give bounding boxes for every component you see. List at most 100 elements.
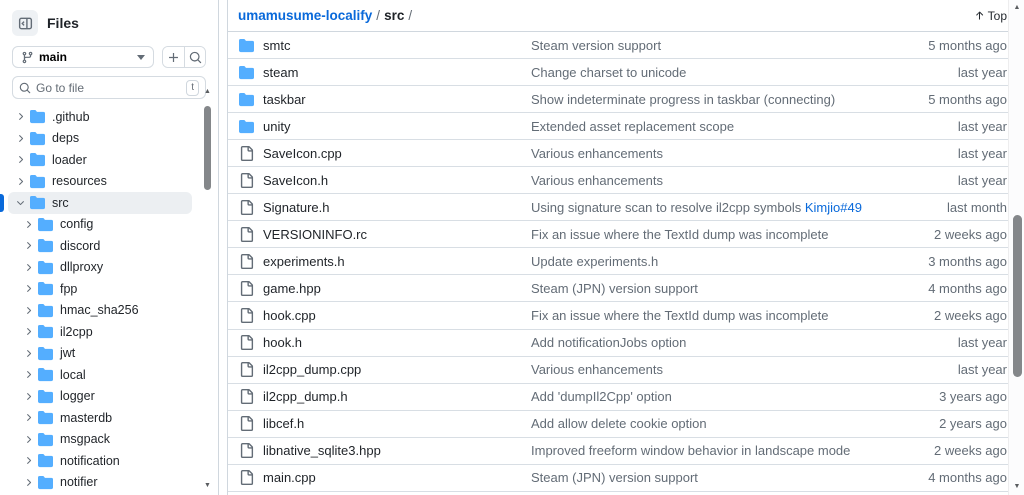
commit-message-text[interactable]: Update experiments.h	[531, 254, 658, 269]
tree-item[interactable]: jwt	[8, 343, 192, 365]
file-name[interactable]: hook.h	[263, 335, 302, 350]
tree-item[interactable]: il2cpp	[8, 321, 192, 343]
file-row[interactable]: libnative_sqlite3.hpp Improved freeform …	[228, 437, 1019, 465]
file-row[interactable]: main.cpp Steam (JPN) version support 4 m…	[228, 464, 1019, 492]
chevron-right-icon[interactable]	[21, 477, 35, 488]
file-name[interactable]: taskbar	[263, 92, 306, 107]
scroll-down-icon[interactable]: ▼	[1009, 483, 1024, 491]
chevron-right-icon[interactable]	[21, 240, 35, 251]
file-row[interactable]: libcef.h Add allow delete cookie option …	[228, 410, 1019, 438]
file-row[interactable]: experiments.h Update experiments.h 3 mon…	[228, 248, 1019, 276]
go-to-file-input[interactable]	[36, 80, 182, 95]
commit-message-text[interactable]: Various enhancements	[531, 146, 663, 161]
file-row[interactable]: unity Extended asset replacement scope l…	[228, 113, 1019, 141]
tree-item[interactable]: masterdb	[8, 407, 192, 429]
tree-item[interactable]: discord	[8, 235, 192, 257]
file-name[interactable]: steam	[263, 65, 298, 80]
file-row[interactable]: hook.h Add notificationJobs option last …	[228, 329, 1019, 357]
file-name[interactable]: libnative_sqlite3.hpp	[263, 443, 381, 458]
commit-message-text[interactable]: Extended asset replacement scope	[531, 119, 734, 134]
chevron-right-icon[interactable]	[21, 391, 35, 402]
chevron-right-icon[interactable]	[13, 176, 27, 187]
tree-item[interactable]: local	[8, 364, 192, 386]
chevron-right-icon[interactable]	[21, 219, 35, 230]
file-row[interactable]: SaveIcon.h Various enhancements last yea…	[228, 167, 1019, 195]
commit-message-text[interactable]: Using signature scan to resolve il2cpp s…	[531, 200, 805, 215]
breadcrumb-repo-link[interactable]: umamusume-localify	[238, 8, 372, 23]
tree-item[interactable]: fpp	[8, 278, 192, 300]
commit-message-text[interactable]: Fix an issue where the TextId dump was i…	[531, 227, 828, 242]
file-row[interactable]: steam Change charset to unicode last yea…	[228, 59, 1019, 87]
tree-item[interactable]: src	[0, 192, 192, 214]
chevron-right-icon[interactable]	[21, 348, 35, 359]
tree-item[interactable]: msgpack	[8, 429, 192, 451]
file-name[interactable]: VERSIONINFO.rc	[263, 227, 367, 242]
file-name[interactable]: il2cpp_dump.h	[263, 389, 348, 404]
file-row[interactable]: game.hpp Steam (JPN) version support 4 m…	[228, 275, 1019, 303]
commit-message-text[interactable]: Various enhancements	[531, 362, 663, 377]
commit-message-text[interactable]: Steam (JPN) version support	[531, 281, 698, 296]
commit-message-text[interactable]: Various enhancements	[531, 173, 663, 188]
file-row[interactable]: SaveIcon.cpp Various enhancements last y…	[228, 140, 1019, 168]
tree-item[interactable]: notification	[8, 450, 192, 472]
sidebar-scrollbar[interactable]: ▲ ▼	[202, 88, 213, 490]
chevron-right-icon[interactable]	[13, 197, 27, 208]
file-name[interactable]: libcef.h	[263, 416, 304, 431]
commit-message-text[interactable]: Add notificationJobs option	[531, 335, 686, 350]
chevron-right-icon[interactable]	[13, 111, 27, 122]
file-name[interactable]: main.cpp	[263, 470, 316, 485]
tree-item[interactable]: resources	[8, 171, 192, 193]
file-name[interactable]: SaveIcon.cpp	[263, 146, 342, 161]
back-to-top-link[interactable]: Top	[974, 9, 1007, 23]
file-row[interactable]: Signature.h Using signature scan to reso…	[228, 194, 1019, 222]
tree-item[interactable]: deps	[8, 128, 192, 150]
chevron-right-icon[interactable]	[21, 326, 35, 337]
chevron-right-icon[interactable]	[21, 412, 35, 423]
chevron-right-icon[interactable]	[21, 262, 35, 273]
file-row[interactable]: hook.cpp Fix an issue where the TextId d…	[228, 302, 1019, 330]
commit-message-text[interactable]: Add 'dumpIl2Cpp' option	[531, 389, 672, 404]
chevron-right-icon[interactable]	[21, 369, 35, 380]
page-scrollbar[interactable]: ▲ ▼	[1008, 0, 1024, 495]
file-name[interactable]: game.hpp	[263, 281, 321, 296]
scroll-up-icon[interactable]: ▲	[202, 88, 213, 96]
tree-item[interactable]: dllproxy	[8, 257, 192, 279]
commit-message-text[interactable]: Steam (JPN) version support	[531, 470, 698, 485]
commit-message-text[interactable]: Change charset to unicode	[531, 65, 686, 80]
tree-item[interactable]: config	[8, 214, 192, 236]
commit-message-text[interactable]: Add allow delete cookie option	[531, 416, 707, 431]
file-row[interactable]: smtc Steam version support 5 months ago	[228, 32, 1019, 60]
tree-item[interactable]: logger	[8, 386, 192, 408]
tree-item[interactable]: hmac_sha256	[8, 300, 192, 322]
chevron-right-icon[interactable]	[21, 434, 35, 445]
file-name[interactable]: hook.cpp	[263, 308, 316, 323]
file-name[interactable]: Signature.h	[263, 200, 330, 215]
chevron-right-icon[interactable]	[13, 133, 27, 144]
collapse-file-tree-button[interactable]	[12, 10, 38, 36]
file-row[interactable]: VERSIONINFO.rc Fix an issue where the Te…	[228, 221, 1019, 249]
sidebar-scrollbar-thumb[interactable]	[204, 106, 211, 190]
commit-message-text[interactable]: Steam version support	[531, 38, 661, 53]
commit-message-text[interactable]: Fix an issue where the TextId dump was i…	[531, 308, 828, 323]
file-row[interactable]: taskbar Show indeterminate progress in t…	[228, 86, 1019, 114]
chevron-right-icon[interactable]	[21, 283, 35, 294]
page-scrollbar-thumb[interactable]	[1013, 215, 1022, 377]
go-to-file-box[interactable]: t	[12, 76, 206, 99]
search-tree-button[interactable]	[184, 47, 205, 67]
chevron-right-icon[interactable]	[21, 455, 35, 466]
file-name[interactable]: unity	[263, 119, 290, 134]
commit-message-text[interactable]: Show indeterminate progress in taskbar (…	[531, 92, 835, 107]
commit-message-text[interactable]: Improved freeform window behavior in lan…	[531, 443, 850, 458]
tree-item[interactable]: notifier	[8, 472, 192, 494]
scroll-down-icon[interactable]: ▼	[202, 482, 213, 490]
file-name[interactable]: smtc	[263, 38, 290, 53]
commit-message-link[interactable]: Kimjio#49	[805, 200, 862, 215]
new-file-button[interactable]	[163, 47, 184, 67]
file-name[interactable]: SaveIcon.h	[263, 173, 328, 188]
file-name[interactable]: experiments.h	[263, 254, 345, 269]
file-row[interactable]: il2cpp_dump.h Add 'dumpIl2Cpp' option 3 …	[228, 383, 1019, 411]
file-name[interactable]: il2cpp_dump.cpp	[263, 362, 361, 377]
chevron-right-icon[interactable]	[21, 305, 35, 316]
tree-item[interactable]: loader	[8, 149, 192, 171]
file-row[interactable]: il2cpp_dump.cpp Various enhancements las…	[228, 356, 1019, 384]
